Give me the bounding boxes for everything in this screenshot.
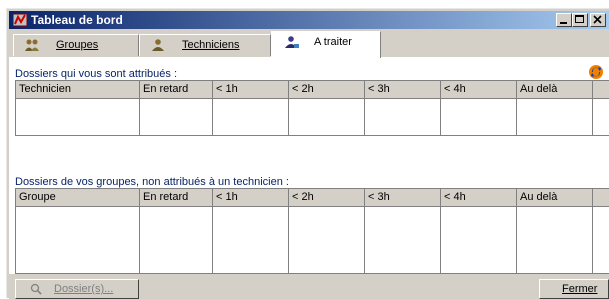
tab-panel-a-traiter: Dossiers qui vous sont attribués : Techn… xyxy=(9,57,609,274)
column-header-2h[interactable]: < 2h xyxy=(289,189,365,206)
dashboard-window: Tableau de bord Groupes Techniciens A tr… xyxy=(6,8,609,299)
column-divider xyxy=(592,207,593,273)
close-button[interactable] xyxy=(590,13,606,27)
tab-bar: Groupes Techniciens A traiter xyxy=(9,31,609,58)
column-header-groupe[interactable]: Groupe xyxy=(16,189,140,206)
column-divider xyxy=(212,99,213,135)
magnifier-icon xyxy=(30,283,42,295)
to-do-icon xyxy=(285,36,299,48)
group-files-title: Dossiers de vos groupes, non attribués à… xyxy=(15,176,289,188)
close-icon xyxy=(593,15,602,24)
column-divider xyxy=(592,99,593,135)
column-divider xyxy=(516,99,517,135)
bottom-bar: Dossier(s)... Fermer xyxy=(9,274,609,299)
fermer-button[interactable]: Fermer xyxy=(539,279,609,299)
tab-groupes[interactable]: Groupes xyxy=(13,34,139,56)
tab-groupes-label: Groupes xyxy=(56,39,99,51)
tab-a-traiter[interactable]: A traiter xyxy=(271,31,381,58)
dashboard-app-icon xyxy=(13,13,27,27)
column-header-au-dela[interactable]: Au delà xyxy=(517,81,593,98)
maximize-button[interactable] xyxy=(572,13,588,27)
tab-techniciens-label: Techniciens xyxy=(182,39,240,51)
column-header-en-retard[interactable]: En retard xyxy=(140,189,213,206)
column-divider xyxy=(288,99,289,135)
assigned-files-table: Technicien En retard < 1h < 2h < 3h < 4h… xyxy=(15,80,609,136)
column-header-1h[interactable]: < 1h xyxy=(213,81,289,98)
minimize-button[interactable] xyxy=(556,13,572,27)
column-divider xyxy=(364,207,365,273)
tab-techniciens[interactable]: Techniciens xyxy=(139,34,271,56)
column-divider xyxy=(288,207,289,273)
column-header-3h[interactable]: < 3h xyxy=(365,81,441,98)
group-icon xyxy=(25,39,39,51)
column-header-au-dela[interactable]: Au delà xyxy=(517,189,593,206)
group-files-table: Groupe En retard < 1h < 2h < 3h < 4h Au … xyxy=(15,188,609,274)
column-header-4h[interactable]: < 4h xyxy=(441,81,517,98)
title-bar: Tableau de bord xyxy=(9,11,609,29)
table-header: Technicien En retard < 1h < 2h < 3h < 4h… xyxy=(16,81,609,99)
maximize-icon xyxy=(575,15,584,23)
assigned-files-title: Dossiers qui vous sont attribués : xyxy=(15,68,178,80)
column-divider xyxy=(139,207,140,273)
column-header-2h[interactable]: < 2h xyxy=(289,81,365,98)
column-divider xyxy=(364,99,365,135)
tab-a-traiter-label: A traiter xyxy=(314,36,352,48)
column-divider xyxy=(516,207,517,273)
column-divider xyxy=(139,99,140,135)
dossiers-button[interactable]: Dossier(s)... xyxy=(15,279,139,299)
table-header: Groupe En retard < 1h < 2h < 3h < 4h Au … xyxy=(16,189,609,207)
column-divider xyxy=(440,207,441,273)
dossiers-button-label: Dossier(s)... xyxy=(54,283,114,295)
column-header-technicien[interactable]: Technicien xyxy=(16,81,140,98)
fermer-button-label: Fermer xyxy=(562,283,598,295)
column-header-3h[interactable]: < 3h xyxy=(365,189,441,206)
refresh-icon[interactable] xyxy=(587,63,605,81)
column-header-4h[interactable]: < 4h xyxy=(441,189,517,206)
column-header-en-retard[interactable]: En retard xyxy=(140,81,213,98)
technician-icon xyxy=(152,39,164,51)
window-title: Tableau de bord xyxy=(31,13,123,27)
column-divider xyxy=(440,99,441,135)
column-divider xyxy=(212,207,213,273)
minimize-icon xyxy=(560,22,567,24)
column-header-1h[interactable]: < 1h xyxy=(213,189,289,206)
